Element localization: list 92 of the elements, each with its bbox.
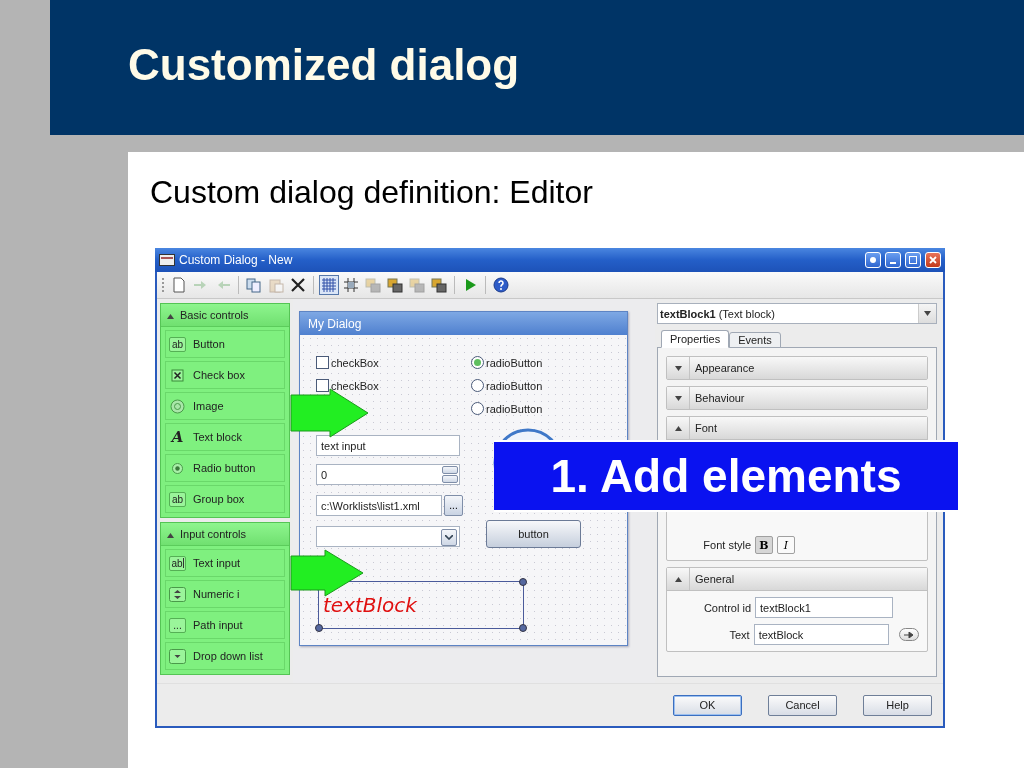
arrow-icon bbox=[904, 631, 915, 638]
control-icon: ab bbox=[169, 491, 186, 507]
slide-subtitle: Custom dialog definition: Editor bbox=[150, 173, 594, 212]
text-input[interactable]: text input bbox=[316, 435, 460, 456]
checkbox-label: checkBox bbox=[331, 379, 379, 392]
close-icon bbox=[929, 256, 937, 264]
spinner-icon bbox=[169, 586, 186, 602]
group-header[interactable]: Input controls bbox=[161, 523, 289, 546]
paste-icon bbox=[268, 277, 284, 293]
text-field[interactable]: textBlock1 bbox=[755, 597, 893, 618]
toolbar-button[interactable] bbox=[491, 275, 511, 295]
section-title: Appearance bbox=[695, 362, 755, 374]
arrow-button[interactable] bbox=[899, 628, 919, 641]
checkbox[interactable] bbox=[316, 379, 329, 392]
help-icon bbox=[493, 277, 509, 293]
pin-button[interactable] bbox=[865, 252, 881, 268]
toolbar-button[interactable] bbox=[385, 275, 405, 295]
image-icon bbox=[169, 398, 186, 414]
window-title: Custom Dialog - New bbox=[179, 253, 294, 267]
path-input[interactable]: c:\Worklists\list1.xml bbox=[316, 495, 442, 516]
window-icon bbox=[159, 254, 175, 266]
palette-item[interactable]: Numeric i bbox=[165, 580, 285, 608]
minimize-button[interactable] bbox=[885, 252, 901, 268]
section-title: General bbox=[695, 573, 735, 585]
field-label: Font style bbox=[702, 539, 751, 551]
dropdown-icon bbox=[169, 648, 186, 664]
checkbox-label: checkBox bbox=[331, 356, 379, 369]
collapse-icon bbox=[167, 314, 174, 319]
toolbar-button[interactable] bbox=[429, 275, 449, 295]
numeric-input[interactable]: 0 bbox=[316, 464, 460, 485]
radio-label: radioButton bbox=[486, 356, 543, 369]
control-icon: ... bbox=[169, 617, 186, 633]
control-icon: ab bbox=[169, 336, 186, 352]
radio-button[interactable] bbox=[471, 356, 484, 369]
palette-item[interactable]: ab Group box bbox=[165, 485, 285, 513]
grid-icon bbox=[321, 277, 337, 293]
new-document-icon bbox=[171, 277, 187, 293]
dot-icon bbox=[869, 256, 877, 264]
font-style-button[interactable]: I bbox=[777, 536, 795, 554]
spin-buttons[interactable] bbox=[442, 466, 458, 483]
section-title: Behaviour bbox=[695, 392, 745, 404]
dropdown[interactable] bbox=[316, 526, 460, 547]
palette-item[interactable]: ab Button bbox=[165, 330, 285, 358]
object-selector[interactable]: textBlock1 (Text block) bbox=[657, 303, 937, 324]
palette-item[interactable]: Check box bbox=[165, 361, 285, 389]
button[interactable]: button bbox=[486, 520, 581, 548]
maximize-icon bbox=[909, 256, 917, 264]
palette-item[interactable]: ... Path input bbox=[165, 611, 285, 639]
field-label: Control id bbox=[702, 601, 751, 614]
radio-button[interactable] bbox=[471, 379, 484, 392]
layers-icon bbox=[431, 277, 447, 293]
palette-item[interactable]: ab Text input bbox=[165, 549, 285, 577]
layers-icon bbox=[409, 277, 425, 293]
copy-icon bbox=[246, 277, 262, 293]
palette-item[interactable]: A Text block bbox=[165, 423, 285, 451]
delete-icon bbox=[290, 277, 306, 293]
dialog-button[interactable]: Help bbox=[863, 694, 932, 716]
chevron-down-icon bbox=[441, 529, 457, 546]
dialog-button[interactable]: OK bbox=[673, 694, 742, 716]
slide-title: Customized dialog bbox=[128, 39, 520, 90]
section-title: Font bbox=[695, 422, 717, 434]
maximize-button[interactable] bbox=[905, 252, 921, 268]
palette-item[interactable]: Drop down list bbox=[165, 642, 285, 670]
dropdown-icon bbox=[924, 311, 931, 316]
palette-item[interactable]: Image bbox=[165, 392, 285, 420]
collapse-icon bbox=[674, 425, 682, 431]
layers-icon bbox=[387, 277, 403, 293]
snap-to-grid-icon bbox=[343, 277, 359, 293]
layers-icon bbox=[365, 277, 381, 293]
collapse-icon bbox=[674, 576, 682, 582]
expand-icon bbox=[674, 395, 682, 401]
radio-button[interactable] bbox=[471, 402, 484, 415]
letter-icon: A bbox=[169, 428, 186, 446]
field-label: Text bbox=[728, 628, 750, 641]
checkbox-icon bbox=[169, 367, 186, 383]
radio-icon bbox=[169, 460, 186, 476]
font-style-button[interactable]: B bbox=[755, 536, 773, 554]
group-header[interactable]: Basic controls bbox=[161, 304, 289, 327]
text-field[interactable]: textBlock bbox=[753, 624, 890, 645]
radio-label: radioButton bbox=[486, 402, 543, 415]
checkbox[interactable] bbox=[316, 356, 329, 369]
radio-label: radioButton bbox=[486, 379, 543, 392]
palette-item[interactable]: Radio button bbox=[165, 454, 285, 482]
expand-icon bbox=[674, 365, 682, 371]
text-input-icon: ab bbox=[169, 555, 186, 571]
dialog-button[interactable]: Cancel bbox=[768, 694, 837, 716]
close-button[interactable] bbox=[925, 252, 941, 268]
dialog-title: My Dialog bbox=[300, 312, 627, 335]
tab[interactable]: Properties bbox=[661, 330, 730, 348]
tab[interactable]: Events bbox=[729, 332, 781, 348]
browse-button[interactable]: ... bbox=[444, 495, 463, 516]
collapse-icon bbox=[167, 533, 174, 538]
